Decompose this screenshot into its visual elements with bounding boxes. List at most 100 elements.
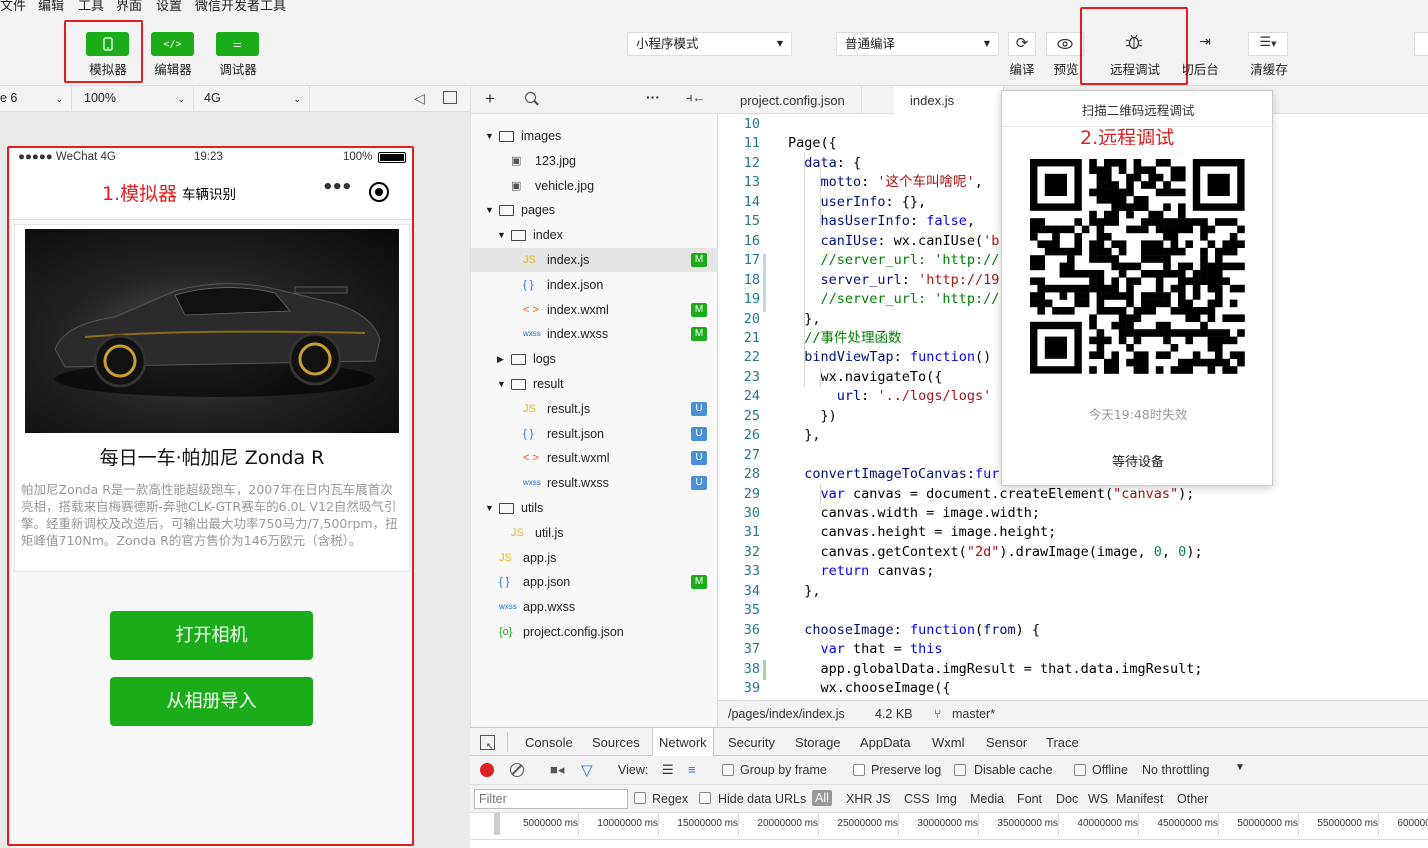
list-view-icon[interactable]: ☰ bbox=[662, 762, 674, 778]
filter-input[interactable] bbox=[474, 789, 628, 809]
tree-item[interactable]: wxss result.wxss U bbox=[471, 471, 719, 495]
tree-item[interactable]: { } result.json U bbox=[471, 422, 719, 446]
eye-icon[interactable] bbox=[1046, 32, 1084, 56]
tab-index-js[interactable]: index.js bbox=[894, 86, 1004, 114]
tree-item[interactable]: ▶ logs bbox=[471, 347, 719, 371]
line-number: 21 bbox=[743, 329, 760, 346]
compile-select[interactable]: 普通编译 ▼ bbox=[836, 32, 999, 56]
qr-code[interactable] bbox=[1018, 145, 1254, 393]
tree-item[interactable]: wxss index.wxss M bbox=[471, 322, 719, 346]
window-icon[interactable] bbox=[443, 91, 457, 104]
type-filter-ws[interactable]: WS bbox=[1088, 792, 1108, 806]
code-text: return canvas; bbox=[820, 563, 935, 580]
js-file-icon: JS bbox=[511, 526, 524, 539]
type-filter-font[interactable]: Font bbox=[1017, 792, 1042, 806]
type-filter-js[interactable]: JS bbox=[876, 792, 891, 806]
menu-settings[interactable]: 设置 bbox=[156, 0, 182, 12]
tree-item[interactable]: ▣ vehicle.jpg bbox=[471, 174, 719, 198]
devtools-tab-security[interactable]: Security bbox=[728, 728, 775, 757]
menu-file[interactable]: 文件 bbox=[0, 0, 26, 12]
extra-toolbar-button[interactable] bbox=[1414, 32, 1428, 56]
type-filter-xhr[interactable]: XHR bbox=[846, 792, 872, 806]
tab-project-config[interactable]: project.config.json bbox=[724, 86, 862, 114]
type-filter-img[interactable]: Img bbox=[936, 792, 957, 806]
menu-devtools[interactable]: 微信开发者工具 bbox=[195, 0, 286, 12]
devtools-tab-trace[interactable]: Trace bbox=[1046, 728, 1079, 757]
mode-select[interactable]: 小程序模式 ▼ bbox=[627, 32, 792, 56]
type-filter-all[interactable]: All bbox=[812, 790, 832, 806]
chevron-down-icon[interactable]: ▼ bbox=[485, 198, 494, 222]
simulator-settings-bar: e 6 ⌄ 100% ⌄ 4G ⌄ ◁ bbox=[0, 86, 470, 112]
tree-item[interactable]: { } index.json bbox=[471, 273, 719, 297]
chevron-down-icon[interactable]: ▼ bbox=[497, 223, 506, 247]
type-filter-doc[interactable]: Doc bbox=[1056, 792, 1078, 806]
chevron-down-icon[interactable]: ▼ bbox=[1235, 762, 1245, 773]
tree-item[interactable]: wxss app.wxss bbox=[471, 595, 719, 619]
code-text: //server_url: 'http:// bbox=[820, 252, 1000, 269]
folder-icon bbox=[499, 503, 514, 514]
tree-item[interactable]: JS result.js U bbox=[471, 397, 719, 421]
chevron-right-icon[interactable]: ▶ bbox=[497, 347, 504, 371]
more-icon[interactable]: ··· bbox=[646, 89, 660, 105]
devtools-tab-sensor[interactable]: Sensor bbox=[986, 728, 1027, 757]
collapse-icon[interactable]: ⫞← bbox=[686, 90, 706, 106]
group-by-frame-checkbox[interactable] bbox=[722, 764, 734, 776]
device-select[interactable]: e 6 ⌄ bbox=[0, 86, 72, 112]
timeline-handle[interactable] bbox=[494, 813, 500, 835]
menu-edit[interactable]: 编辑 bbox=[38, 0, 64, 12]
chevron-down-icon[interactable]: ▼ bbox=[497, 372, 506, 396]
preserve-log-checkbox[interactable] bbox=[853, 764, 865, 776]
tree-item[interactable]: {o} project.config.json bbox=[471, 620, 719, 644]
editor-toggle-button[interactable]: </> bbox=[151, 32, 194, 56]
hide-data-urls-checkbox[interactable] bbox=[699, 792, 711, 804]
tree-item[interactable]: JS util.js bbox=[471, 521, 719, 545]
tree-item[interactable]: ▼ utils bbox=[471, 496, 719, 520]
zoom-select-value: 100% bbox=[84, 91, 116, 105]
devtools-tab-wxml[interactable]: Wxml bbox=[932, 728, 965, 757]
menu-tools[interactable]: 工具 bbox=[78, 0, 104, 12]
tree-item[interactable]: < > result.wxml U bbox=[471, 446, 719, 470]
regex-checkbox[interactable] bbox=[634, 792, 646, 804]
menu-view[interactable]: 界面 bbox=[116, 0, 142, 12]
zoom-select[interactable]: 100% ⌄ bbox=[72, 86, 194, 112]
chevron-down-icon[interactable]: ▼ bbox=[485, 124, 494, 148]
add-icon[interactable]: + bbox=[485, 89, 495, 109]
type-filter-manifest[interactable]: Manifest bbox=[1116, 792, 1163, 806]
main-toolbar: 模拟器 </> 编辑器 ⚌ 调试器 小程序模式 ▼ 普通编译 ▼ ⟳ 编译 预览… bbox=[0, 7, 1428, 86]
type-filter-css[interactable]: CSS bbox=[904, 792, 930, 806]
chevron-down-icon[interactable]: ▼ bbox=[485, 496, 494, 520]
camera-icon[interactable]: ■◂ bbox=[550, 762, 564, 778]
offline-checkbox[interactable] bbox=[1074, 764, 1086, 776]
waterfall-icon[interactable]: ≡ bbox=[688, 762, 696, 777]
tree-item[interactable]: JS app.js bbox=[471, 546, 719, 570]
search-icon[interactable] bbox=[525, 92, 539, 106]
filter-icon[interactable]: ▽ bbox=[581, 761, 593, 779]
inspect-element-icon[interactable]: ↖ bbox=[480, 735, 495, 751]
layers-icon[interactable]: ☰▼ bbox=[1248, 32, 1288, 56]
tree-item[interactable]: ▼ index bbox=[471, 223, 719, 247]
tree-item[interactable]: ▼ result bbox=[471, 372, 719, 396]
refresh-icon[interactable]: ⟳ bbox=[1008, 32, 1036, 56]
debugger-toggle-button[interactable]: ⚌ bbox=[216, 32, 259, 56]
tree-item[interactable]: JS index.js M bbox=[471, 248, 719, 272]
record-icon[interactable] bbox=[480, 763, 494, 777]
devtools-tab-console[interactable]: Console bbox=[525, 728, 573, 757]
devtools-tab-storage[interactable]: Storage bbox=[795, 728, 841, 757]
tree-item[interactable]: < > index.wxml M bbox=[471, 298, 719, 322]
network-select[interactable]: 4G ⌄ bbox=[194, 86, 310, 112]
tree-item[interactable]: ▣ 123.jpg bbox=[471, 149, 719, 173]
type-filter-media[interactable]: Media bbox=[970, 792, 1004, 806]
type-filter-other[interactable]: Other bbox=[1177, 792, 1208, 806]
throttling-select[interactable]: No throttling bbox=[1142, 763, 1209, 777]
timeline-tick-label: 15000000 ms bbox=[677, 818, 738, 829]
tree-item[interactable]: ▼ images bbox=[471, 124, 719, 148]
tree-item[interactable]: ▼ pages bbox=[471, 198, 719, 222]
devtools-tab-sources[interactable]: Sources bbox=[592, 728, 640, 757]
volume-icon[interactable]: ◁ bbox=[414, 90, 425, 107]
devtools-tab-appdata[interactable]: AppData bbox=[860, 728, 911, 757]
tree-item[interactable]: { } app.json M bbox=[471, 570, 719, 594]
disable-cache-checkbox[interactable] bbox=[954, 764, 966, 776]
switch-background-icon[interactable]: ⇥ bbox=[1190, 34, 1220, 56]
clear-icon[interactable] bbox=[510, 763, 524, 777]
devtools-tab-network[interactable]: Network bbox=[652, 728, 714, 757]
